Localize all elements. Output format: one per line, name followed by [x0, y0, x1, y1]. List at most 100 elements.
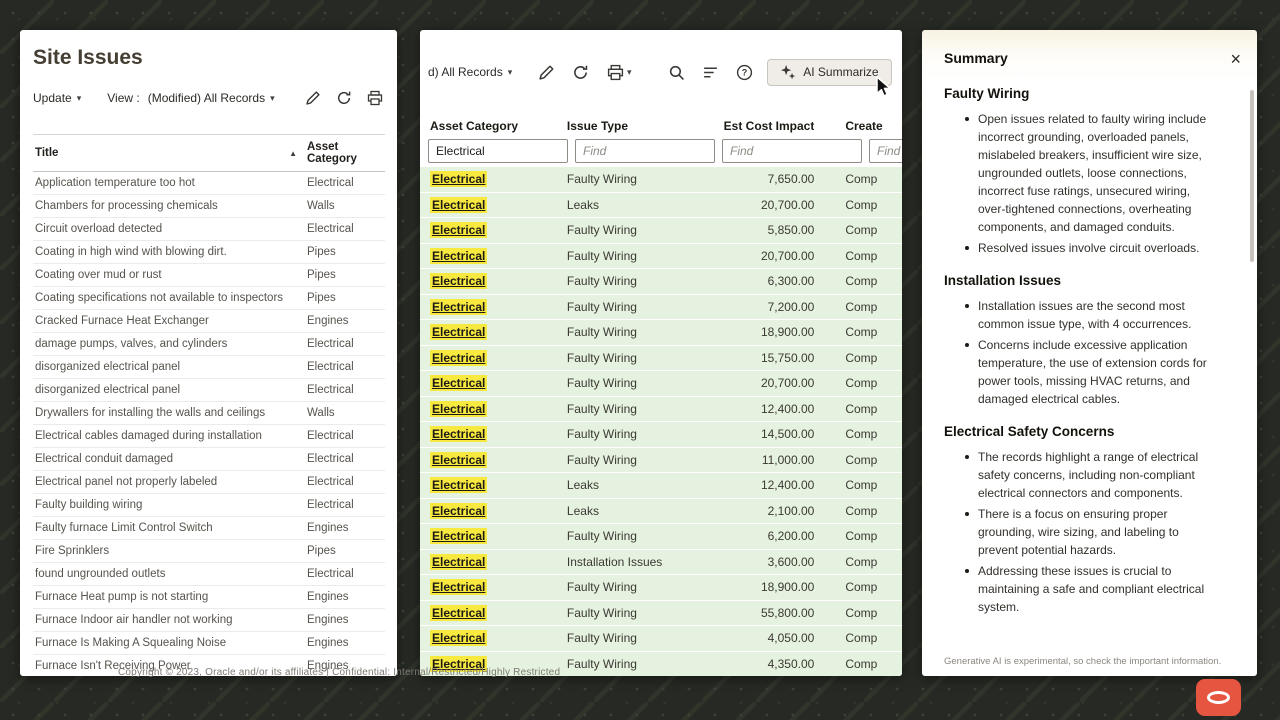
- issue-row[interactable]: Circuit overload detectedElectrical: [33, 218, 385, 241]
- asset-category-link[interactable]: Electrical: [430, 452, 487, 468]
- asset-category-link[interactable]: Electrical: [430, 605, 487, 621]
- asset-category-link[interactable]: Electrical: [430, 350, 487, 366]
- filter-created-input[interactable]: [869, 139, 902, 163]
- issue-title-cell: Chambers for processing chemicals: [33, 195, 305, 218]
- issue-row[interactable]: Electrical conduit damagedElectrical: [33, 448, 385, 471]
- issue-title-cell: found ungrounded outlets: [33, 563, 305, 586]
- oracle-logo[interactable]: [1196, 679, 1241, 716]
- record-row[interactable]: ElectricalFaulty Wiring20,700.00Comp: [420, 371, 902, 397]
- sort-ascending-icon[interactable]: ▲: [289, 149, 297, 158]
- issue-row[interactable]: Coating specifications not available to …: [33, 287, 385, 310]
- print-dropdown-button[interactable]: ▾: [604, 62, 634, 82]
- record-row[interactable]: ElectricalInstallation Issues3,600.00Com…: [420, 550, 902, 576]
- record-row[interactable]: ElectricalLeaks12,400.00Comp: [420, 473, 902, 499]
- asset-category-link[interactable]: Electrical: [430, 401, 487, 417]
- edit-button[interactable]: [536, 62, 556, 82]
- created-cell: Comp: [845, 580, 902, 594]
- records-view-dropdown[interactable]: d) All Records ▾: [428, 65, 512, 79]
- close-icon[interactable]: ×: [1228, 50, 1243, 68]
- record-row[interactable]: ElectricalFaulty Wiring11,000.00Comp: [420, 448, 902, 474]
- filter-asset-category-input[interactable]: [428, 139, 568, 163]
- issue-row[interactable]: Application temperature too hotElectrica…: [33, 172, 385, 195]
- asset-category-link[interactable]: Electrical: [430, 324, 487, 340]
- asset-category-link[interactable]: Electrical: [430, 554, 487, 570]
- update-dropdown[interactable]: Update ▾: [33, 91, 81, 105]
- issue-row[interactable]: Fire SprinklersPipes: [33, 540, 385, 563]
- search-button[interactable]: [666, 62, 686, 82]
- issue-row[interactable]: Coating over mud or rustPipes: [33, 264, 385, 287]
- issue-type-cell: Faulty Wiring: [567, 657, 702, 671]
- issue-row[interactable]: Drywallers for installing the walls and …: [33, 402, 385, 425]
- record-row[interactable]: ElectricalFaulty Wiring5,850.00Comp: [420, 218, 902, 244]
- issue-row[interactable]: Electrical cables damaged during install…: [33, 425, 385, 448]
- asset-category-link[interactable]: Electrical: [430, 630, 487, 646]
- summary-bullet: The records highlight a range of electri…: [978, 448, 1213, 502]
- asset-category-link[interactable]: Electrical: [430, 528, 487, 544]
- column-header-est-cost-impact[interactable]: Est Cost Impact: [702, 119, 814, 133]
- asset-category-link[interactable]: Electrical: [430, 197, 487, 213]
- issue-row[interactable]: Furnace Heat pump is not startingEngines: [33, 586, 385, 609]
- asset-category-link[interactable]: Electrical: [430, 579, 487, 595]
- print-button[interactable]: [365, 88, 385, 108]
- issue-row[interactable]: disorganized electrical panelElectrical: [33, 379, 385, 402]
- issue-row[interactable]: Chambers for processing chemicalsWalls: [33, 195, 385, 218]
- filter-issue-type-input[interactable]: [575, 139, 715, 163]
- record-row[interactable]: ElectricalFaulty Wiring7,650.00Comp: [420, 167, 902, 193]
- issue-title-cell: Furnace Is Making A Squealing Noise: [33, 632, 305, 655]
- issue-row[interactable]: Faulty furnace Limit Control SwitchEngin…: [33, 517, 385, 540]
- record-row[interactable]: ElectricalLeaks20,700.00Comp: [420, 193, 902, 219]
- asset-category-link[interactable]: Electrical: [430, 171, 487, 187]
- issue-row[interactable]: damage pumps, valves, and cylindersElect…: [33, 333, 385, 356]
- view-dropdown[interactable]: (Modified) All Records ▾: [148, 91, 275, 105]
- record-row[interactable]: ElectricalFaulty Wiring55,800.00Comp: [420, 601, 902, 627]
- record-row[interactable]: ElectricalFaulty Wiring18,900.00Comp: [420, 575, 902, 601]
- issue-row[interactable]: Faulty building wiringElectrical: [33, 494, 385, 517]
- record-row[interactable]: ElectricalFaulty Wiring6,200.00Comp: [420, 524, 902, 550]
- column-header-issue-type[interactable]: Issue Type: [567, 119, 702, 133]
- edit-button[interactable]: [303, 88, 323, 108]
- asset-category-link[interactable]: Electrical: [430, 426, 487, 442]
- column-header-title[interactable]: ▲ Title: [33, 135, 305, 172]
- issue-row[interactable]: Coating in high wind with blowing dirt.P…: [33, 241, 385, 264]
- column-header-created[interactable]: Create: [845, 119, 902, 133]
- asset-category-link[interactable]: Electrical: [430, 222, 487, 238]
- issue-row[interactable]: found ungrounded outletsElectrical: [33, 563, 385, 586]
- record-row[interactable]: ElectricalFaulty Wiring18,900.00Comp: [420, 320, 902, 346]
- asset-category-link[interactable]: Electrical: [430, 503, 487, 519]
- asset-category-link[interactable]: Electrical: [430, 375, 487, 391]
- asset-category-link[interactable]: Electrical: [430, 248, 487, 264]
- asset-category-link[interactable]: Electrical: [430, 273, 487, 289]
- asset-category-cell: Electrical: [430, 579, 567, 595]
- record-row[interactable]: ElectricalFaulty Wiring15,750.00Comp: [420, 346, 902, 372]
- issue-row[interactable]: Furnace Is Making A Squealing NoiseEngin…: [33, 632, 385, 655]
- record-row[interactable]: ElectricalFaulty Wiring6,300.00Comp: [420, 269, 902, 295]
- ai-summarize-button[interactable]: AI Summarize: [767, 59, 891, 86]
- summary-sections: Faulty WiringOpen issues related to faul…: [922, 68, 1257, 616]
- record-row[interactable]: ElectricalFaulty Wiring12,400.00Comp: [420, 397, 902, 423]
- issue-row[interactable]: Cracked Furnace Heat ExchangerEngines: [33, 310, 385, 333]
- refresh-button[interactable]: [570, 62, 590, 82]
- help-button[interactable]: ?: [734, 62, 754, 82]
- issue-row[interactable]: disorganized electrical panelElectrical: [33, 356, 385, 379]
- record-row[interactable]: ElectricalFaulty Wiring7,200.00Comp: [420, 295, 902, 321]
- filter-est-cost-input[interactable]: [722, 139, 862, 163]
- created-cell: Comp: [845, 606, 902, 620]
- refresh-button[interactable]: [334, 88, 354, 108]
- issue-row[interactable]: Furnace Indoor air handler not workingEn…: [33, 609, 385, 632]
- asset-category-link[interactable]: Electrical: [430, 299, 487, 315]
- issue-row[interactable]: Electrical panel not properly labeledEle…: [33, 471, 385, 494]
- scrollbar-thumb[interactable]: [1250, 90, 1254, 262]
- asset-category-link[interactable]: Electrical: [430, 477, 487, 493]
- record-row[interactable]: ElectricalLeaks2,100.00Comp: [420, 499, 902, 525]
- records-grid-body: ElectricalFaulty Wiring7,650.00CompElect…: [420, 167, 902, 676]
- column-header-asset-category[interactable]: Asset Category: [430, 119, 567, 133]
- est-cost-cell: 18,900.00: [702, 580, 814, 594]
- record-row[interactable]: ElectricalFaulty Wiring20,700.00Comp: [420, 244, 902, 270]
- asset-category-cell: Electrical: [430, 197, 567, 213]
- created-cell: Comp: [845, 274, 902, 288]
- query-by-example-button[interactable]: [700, 62, 720, 82]
- record-row[interactable]: ElectricalFaulty Wiring4,050.00Comp: [420, 626, 902, 652]
- asset-category-cell: Electrical: [305, 218, 385, 241]
- record-row[interactable]: ElectricalFaulty Wiring14,500.00Comp: [420, 422, 902, 448]
- column-header-asset-category[interactable]: Asset Category: [305, 135, 385, 172]
